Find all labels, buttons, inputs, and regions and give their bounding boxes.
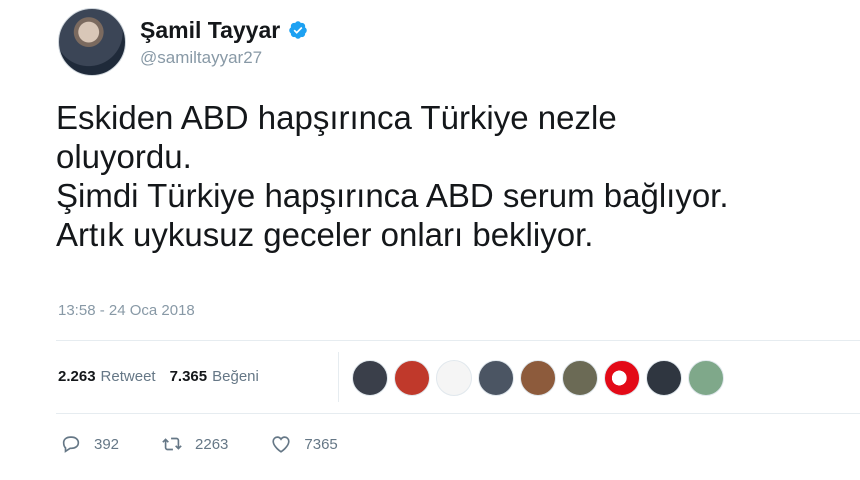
reply-button[interactable]: 392 <box>60 433 119 455</box>
tweet-line: Artık uykusuz geceler onları bekliyor. <box>56 216 594 253</box>
retweet-count: 2263 <box>195 435 229 453</box>
avatar-green-landscape-icon[interactable] <box>688 360 724 396</box>
avatar-turkish-flag-icon[interactable] <box>604 360 640 396</box>
author-handle[interactable]: @samiltayyar27 <box>140 48 308 68</box>
avatar-group-photo-icon[interactable] <box>562 360 598 396</box>
avatar-dark-photo-icon[interactable] <box>352 360 388 396</box>
verified-badge-icon <box>289 21 307 39</box>
tweet-header: Şamil Tayyar @samiltayyar27 <box>58 8 308 76</box>
retweets-count[interactable]: 2.263 <box>58 368 96 385</box>
tweet-line: Şimdi Türkiye hapşırınca ABD serum bağlı… <box>56 177 729 214</box>
avatar-portrait-warm-icon[interactable] <box>520 360 556 396</box>
reply-icon <box>62 436 80 453</box>
reply-count: 392 <box>94 435 120 453</box>
avatar-portrait-icon[interactable] <box>478 360 514 396</box>
retweets-label[interactable]: Retweet <box>101 368 156 385</box>
likes-label[interactable]: Beğeni <box>212 368 259 385</box>
retweet-button[interactable]: 2263 <box>161 433 228 455</box>
engagement-stats: 2.263 Retweet 7.365 Beğeni <box>58 368 273 385</box>
divider <box>56 340 860 341</box>
author-avatar[interactable] <box>58 8 126 76</box>
name-row: Şamil Tayyar <box>140 17 308 44</box>
tweet-actions: 392 2263 7365 <box>60 433 380 455</box>
divider <box>56 413 860 414</box>
author-names: Şamil Tayyar @samiltayyar27 <box>140 17 308 68</box>
author-display-name[interactable]: Şamil Tayyar <box>140 17 280 44</box>
retweet-icon <box>162 437 182 451</box>
liker-avatars <box>352 360 730 396</box>
like-button[interactable]: 7365 <box>270 433 338 455</box>
like-count: 7365 <box>304 435 338 453</box>
heart-icon <box>272 436 291 453</box>
tweet-line: Eskiden ABD hapşırınca Türkiye nezle <box>56 99 617 136</box>
avatar-portrait-mono-icon[interactable] <box>646 360 682 396</box>
tweet-text: Eskiden ABD hapşırınca Türkiye nezle olu… <box>56 98 856 254</box>
stats-separator <box>338 352 339 402</box>
likes-count[interactable]: 7.365 <box>170 368 208 385</box>
tweet-line: oluyordu. <box>56 138 192 175</box>
avatar-turkish-emblem-white-icon[interactable] <box>436 360 472 396</box>
tweet-timestamp[interactable]: 13:58 - 24 Oca 2018 <box>58 302 195 319</box>
avatar-red-emblem-icon[interactable] <box>394 360 430 396</box>
